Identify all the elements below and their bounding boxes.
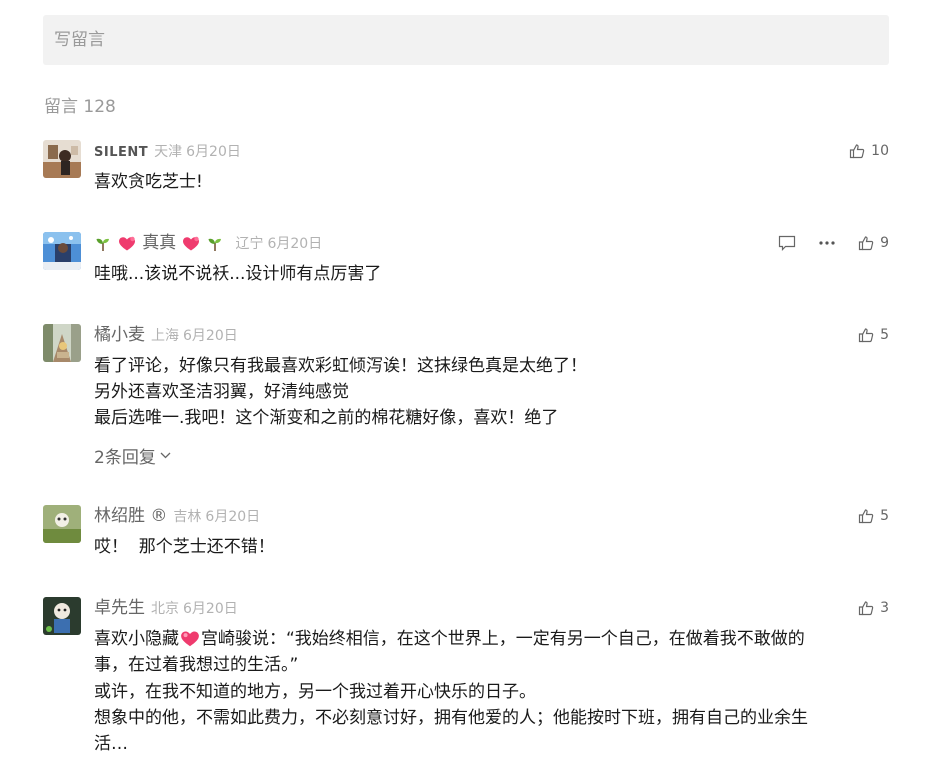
- comment-text-line: 喜欢小隐藏 宫崎骏说：“我始终相信，在这个世界上，一定有另一个自己，在做着我不敢做…: [94, 626, 805, 652]
- thumbs-up-icon: [850, 144, 865, 159]
- heart-icon: [183, 236, 200, 250]
- avatar[interactable]: [43, 324, 81, 362]
- comment-text-line: 另外还喜欢圣洁羽翼，好清纯感觉: [94, 382, 349, 402]
- comment-text: 哇哦...该说不说袄...设计师有点厉害了: [94, 264, 382, 284]
- like-count: 9: [880, 235, 889, 251]
- comment-meta: SILENT 天津 6月20日: [94, 140, 241, 162]
- thumbs-up-icon: [858, 509, 874, 524]
- seedling-icon: [96, 238, 109, 251]
- comment-item: 真真 辽宁 6月20日 9 哇哦...该说不说袄...设计师有点厉害了: [43, 232, 889, 292]
- comment-text: 宫崎骏说：“我始终相信，在这个世界上，一定有另一个自己，在做着我不敢做的: [201, 629, 805, 649]
- comment-meta: 林绍胜 ® 吉林 6月20日: [94, 505, 260, 527]
- reply-icon[interactable]: [778, 235, 796, 251]
- write-comment-input[interactable]: 写留言: [43, 15, 889, 65]
- like-button[interactable]: 5: [858, 325, 889, 345]
- thumbs-up-icon: [858, 601, 874, 616]
- comment-item: SILENT 天津 6月20日 10 喜欢贪吃芝士!: [43, 140, 889, 200]
- comment-meta: 橘小麦 上海 6月20日: [94, 324, 238, 346]
- nickname[interactable]: 真真: [142, 233, 176, 253]
- comment-prefix: 喜欢小隐藏: [94, 629, 179, 649]
- like-button[interactable]: 3: [858, 598, 889, 618]
- comment-text-line: 看了评论，好像只有我最喜欢彩虹倾泻诶！这抹绿色真是太绝了！: [94, 356, 587, 376]
- comment-item: 橘小麦 上海 6月20日 5 看了评论，好像只有我最喜欢彩虹倾泻诶！这抹绿色真是太绝…: [43, 324, 889, 474]
- comment-meta: 卓先生 北京 6月20日: [94, 597, 238, 619]
- nickname[interactable]: SILENT: [94, 145, 148, 160]
- thumbs-up-icon: [858, 328, 874, 343]
- comment-text-line: 事，在过着我想过的生活。”: [94, 655, 299, 675]
- like-button[interactable]: 10: [849, 141, 889, 161]
- replies-label: 2条回复: [94, 448, 156, 468]
- location: 辽宁: [235, 236, 264, 252]
- like-button[interactable]: 9: [858, 233, 889, 253]
- write-comment-placeholder: 写留言: [54, 30, 105, 50]
- nickname[interactable]: 卓先生: [94, 598, 145, 618]
- avatar[interactable]: [43, 505, 81, 543]
- like-count: 10: [871, 143, 889, 159]
- date: 6月20日: [205, 509, 261, 525]
- comment-actions: 9: [778, 233, 889, 253]
- date: 6月20日: [183, 601, 238, 617]
- view-replies-button[interactable]: 2条回复: [94, 443, 171, 468]
- comment-text-line: 想象中的他，不需如此费力，不必刻意讨好，拥有他爱的人；他能按时下班，拥有自己的业…: [94, 708, 808, 728]
- more-icon[interactable]: [818, 240, 836, 246]
- comment-meta: 真真 辽宁 6月20日: [94, 232, 322, 254]
- comment-text-line: 活…: [94, 734, 128, 754]
- chevron-down-icon: [160, 452, 171, 459]
- date: 6月20日: [183, 328, 238, 344]
- nickname[interactable]: 林绍胜 ®: [94, 506, 167, 526]
- like-count: 5: [880, 327, 889, 343]
- like-count: 3: [880, 600, 889, 616]
- nickname[interactable]: 橘小麦: [94, 325, 145, 345]
- like-button[interactable]: 5: [858, 506, 889, 526]
- avatar[interactable]: [43, 232, 81, 270]
- heart-icon: [119, 236, 136, 250]
- thumbs-up-icon: [858, 236, 874, 251]
- comment-text-line: 最后选唯一.我吧！这个渐变和之前的棉花糖好像，喜欢！绝了: [94, 408, 559, 428]
- avatar[interactable]: [43, 140, 81, 178]
- comment-text: 哎！ 那个芝士还不错！: [94, 537, 275, 557]
- location: 上海: [151, 328, 179, 344]
- date: 6月20日: [267, 236, 323, 252]
- comment-text: 喜欢贪吃芝士!: [94, 172, 203, 192]
- location: 北京: [151, 601, 179, 617]
- comment-item: 卓先生 北京 6月20日 3 喜欢小隐藏 宫崎骏说：“我始终相信，在这个世界上，一定有…: [43, 597, 889, 767]
- location: 天津: [154, 144, 183, 160]
- seedling-icon: [208, 238, 222, 251]
- date: 6月20日: [186, 144, 241, 160]
- comment-count-label: 留言 128: [44, 97, 116, 117]
- location: 吉林: [173, 509, 202, 525]
- like-count: 5: [880, 508, 889, 524]
- comment-text-line: 或许，在我不知道的地方，另一个我过着开心快乐的日子。: [94, 682, 536, 702]
- comment-item: 林绍胜 ® 吉林 6月20日 5 哎！ 那个芝士还不错！: [43, 505, 889, 565]
- heart-icon: [181, 631, 199, 647]
- avatar[interactable]: [43, 597, 81, 635]
